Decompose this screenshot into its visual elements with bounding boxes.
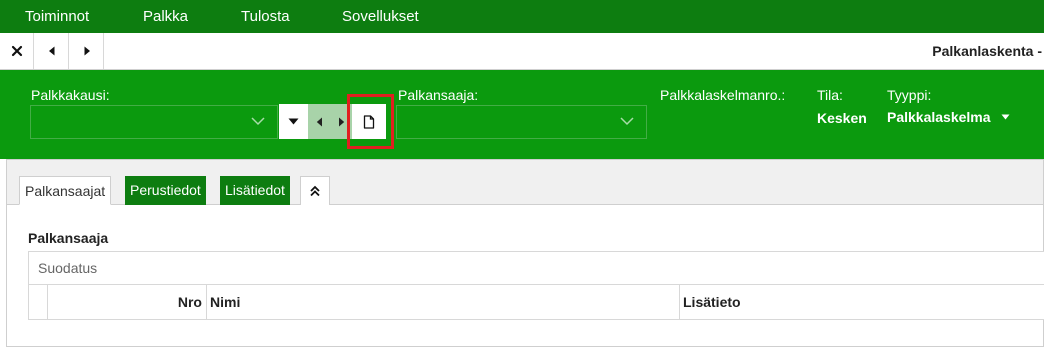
- column-separator: [206, 285, 207, 319]
- tyyppi-value: Palkkalaskelma: [887, 109, 991, 126]
- menu-item-tulosta[interactable]: Tulosta: [241, 0, 290, 33]
- previous-window-button[interactable]: [35, 33, 69, 69]
- close-button[interactable]: [0, 33, 34, 69]
- column-header-nimi[interactable]: Nimi: [210, 285, 240, 319]
- column-header-lisatieto[interactable]: Lisätieto: [683, 285, 741, 319]
- new-document-button[interactable]: [352, 104, 386, 139]
- caret-right-icon: [338, 117, 344, 126]
- content-panel: Palkansaajat Perustiedot Lisätiedot Palk…: [6, 159, 1044, 347]
- column-separator: [679, 285, 680, 319]
- tila-value: Kesken: [817, 110, 867, 126]
- column-header-nro[interactable]: Nro: [178, 285, 202, 319]
- palkkalaskelmanro-label: Palkkalaskelmanro.:: [660, 87, 786, 103]
- tyyppi-dropdown[interactable]: Palkkalaskelma: [887, 108, 1010, 128]
- tyyppi-label: Tyyppi:: [887, 87, 932, 103]
- column-separator: [47, 285, 48, 319]
- chevron-down-icon: [620, 117, 634, 126]
- tab-palkansaajat[interactable]: Palkansaajat: [19, 176, 112, 205]
- tab-strip: Palkansaajat Perustiedot Lisätiedot: [7, 160, 1043, 205]
- window-tab-bar: Palkanlaskenta -: [0, 33, 1044, 70]
- table-header: Nro Nimi Lisätieto: [28, 285, 1044, 320]
- collapse-header-button[interactable]: [300, 176, 330, 205]
- palkkakausi-label: Palkkakausi:: [31, 87, 110, 103]
- close-icon: [11, 45, 22, 57]
- caret-left-icon: [316, 117, 322, 126]
- chevron-down-icon: [251, 117, 265, 126]
- previous-period-button[interactable]: [308, 104, 330, 139]
- menu-bar: Toiminnot Palkka Tulosta Sovellukset: [0, 0, 1044, 33]
- period-dropdown-button[interactable]: [279, 104, 308, 139]
- section-title: Palkansaaja: [28, 230, 109, 246]
- caret-right-icon: [84, 46, 90, 56]
- next-window-button[interactable]: [70, 33, 104, 69]
- tab-lisatiedot[interactable]: Lisätiedot: [220, 176, 290, 205]
- new-document-icon: [363, 114, 375, 129]
- filter-box: [28, 251, 1044, 285]
- caret-down-icon: [1001, 114, 1010, 120]
- filter-input[interactable]: [29, 252, 1044, 284]
- palkansaaja-label: Palkansaaja:: [398, 87, 479, 103]
- tab-perustiedot[interactable]: Perustiedot: [125, 176, 206, 205]
- menu-item-toiminnot[interactable]: Toiminnot: [25, 0, 89, 33]
- palkkakausi-select[interactable]: [30, 105, 278, 139]
- caret-left-icon: [48, 46, 54, 56]
- menu-item-sovellukset[interactable]: Sovellukset: [342, 0, 419, 33]
- palkansaaja-select[interactable]: [396, 105, 647, 139]
- double-chevron-up-icon: [310, 185, 320, 197]
- next-period-button[interactable]: [330, 104, 352, 139]
- caret-down-icon: [288, 118, 299, 125]
- menu-item-palkka[interactable]: Palkka: [143, 0, 188, 33]
- tila-label: Tila:: [817, 87, 843, 103]
- window-title: Palkanlaskenta -: [932, 43, 1042, 59]
